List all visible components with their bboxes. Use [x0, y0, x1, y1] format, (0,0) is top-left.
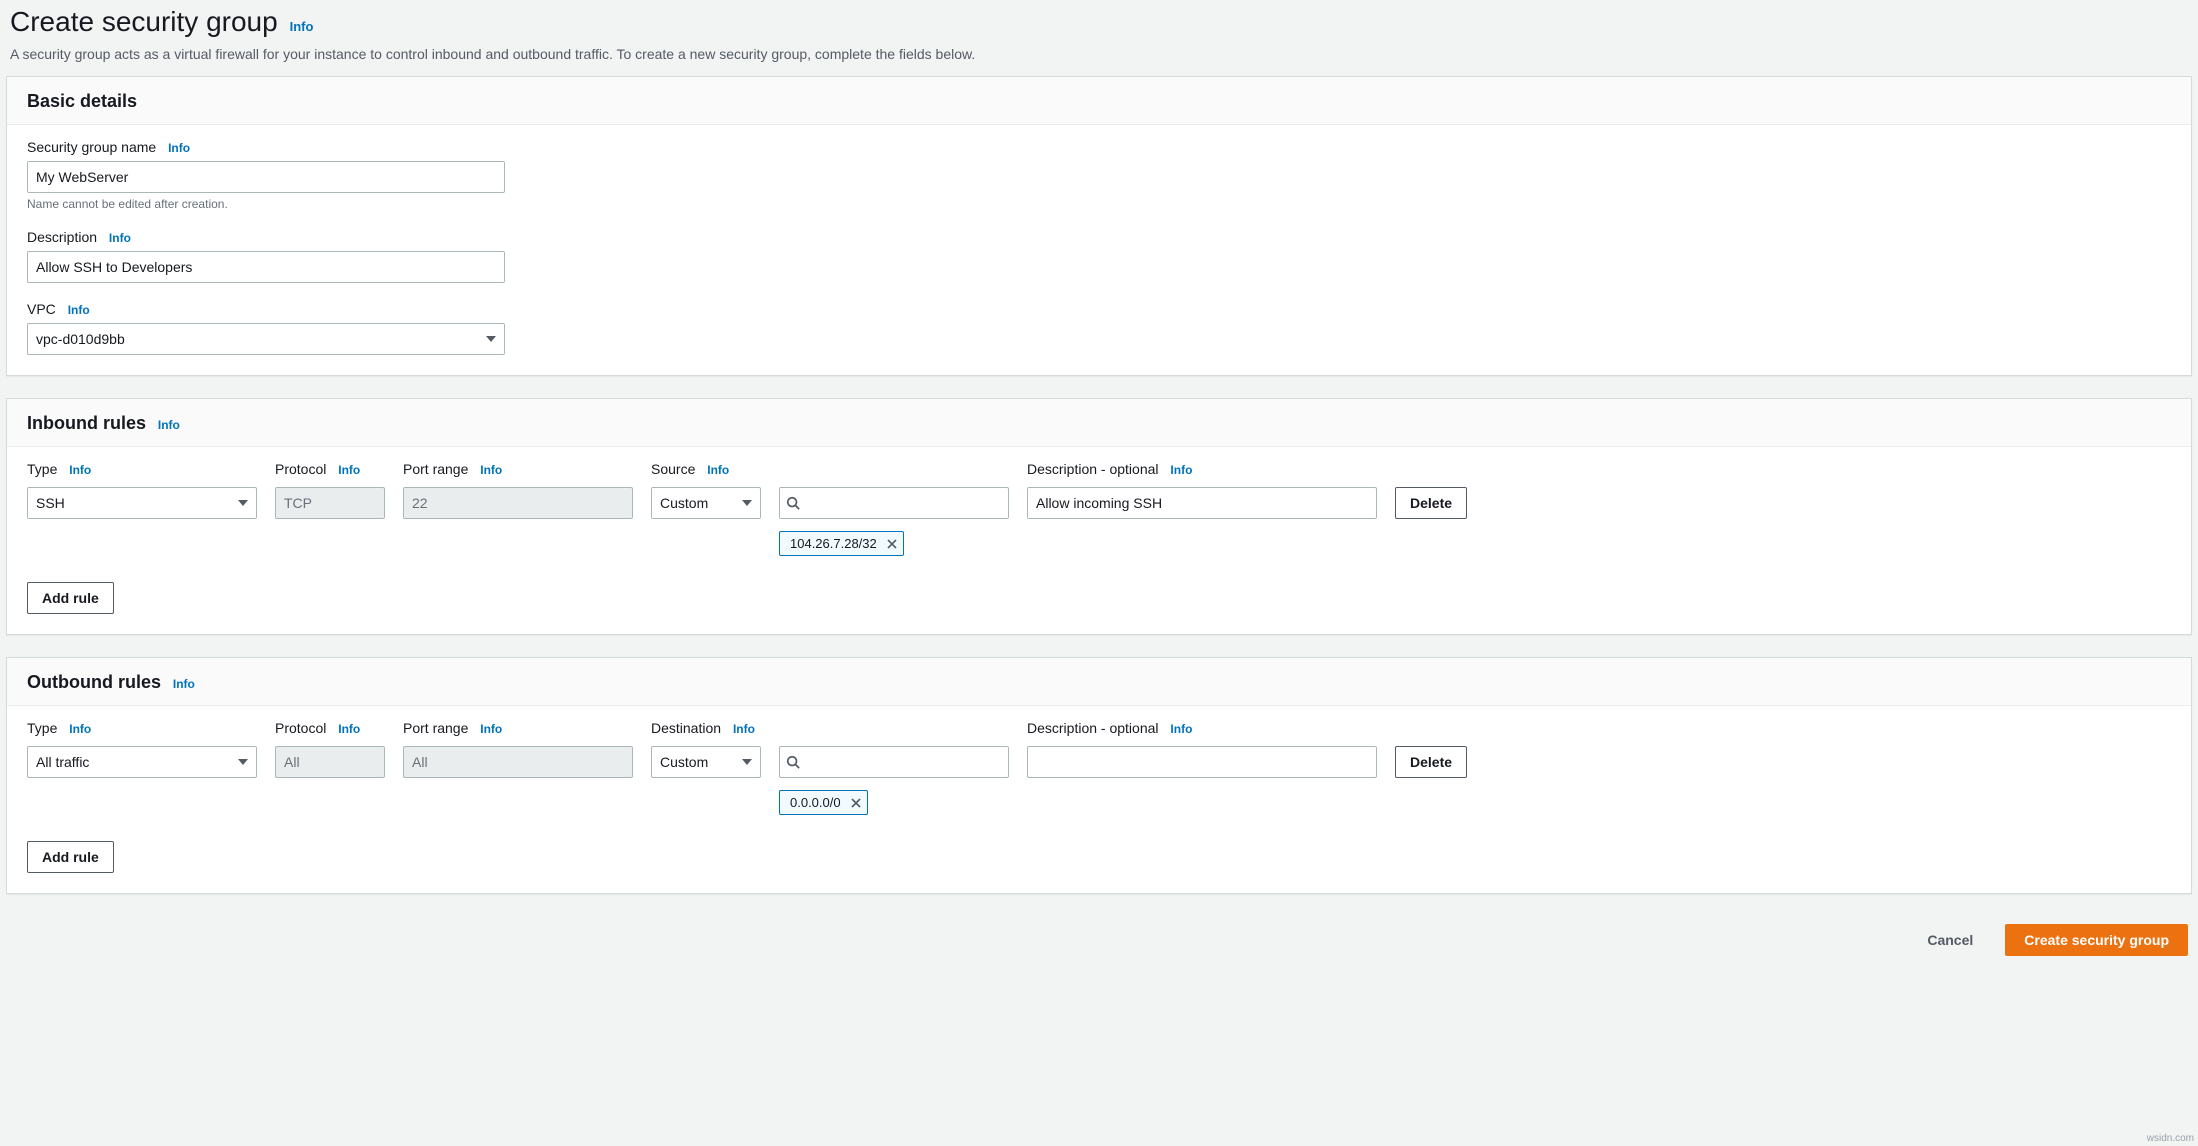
inbound-source-chip: 104.26.7.28/32	[779, 531, 904, 556]
outbound-dest-mode-value: Custom	[660, 754, 708, 770]
outbound-dest-chip-remove[interactable]	[851, 798, 861, 808]
sg-name-hint: Name cannot be edited after creation.	[27, 197, 2171, 211]
inbound-port-value: 22	[403, 487, 633, 519]
inbound-panel-title: Inbound rules	[27, 413, 146, 434]
page-title: Create security group	[10, 6, 278, 38]
outbound-desc-input[interactable]	[1027, 746, 1377, 778]
outbound-dest-chip-text: 0.0.0.0/0	[790, 795, 841, 810]
inbound-port-info-link[interactable]: Info	[480, 463, 502, 477]
close-icon	[887, 539, 897, 549]
inbound-source-search-input[interactable]	[806, 489, 1002, 517]
sg-desc-input[interactable]	[27, 251, 505, 283]
sg-name-info-link[interactable]: Info	[168, 141, 190, 155]
inbound-source-header: Source	[651, 461, 695, 477]
inbound-protocol-info-link[interactable]: Info	[338, 463, 360, 477]
vpc-label: VPC Info	[27, 301, 2171, 317]
outbound-protocol-info-link[interactable]: Info	[338, 722, 360, 736]
outbound-desc-header: Description - optional	[1027, 720, 1159, 736]
inbound-source-mode-select[interactable]: Custom	[651, 487, 761, 519]
inbound-source-info-link[interactable]: Info	[707, 463, 729, 477]
chevron-down-icon	[238, 500, 248, 506]
outbound-info-link[interactable]: Info	[173, 677, 195, 691]
inbound-type-value: SSH	[36, 495, 65, 511]
search-icon	[786, 755, 800, 769]
inbound-add-rule-button[interactable]: Add rule	[27, 582, 114, 614]
sg-desc-label-text: Description	[27, 229, 97, 245]
sg-name-label: Security group name Info	[27, 139, 2171, 155]
vpc-info-link[interactable]: Info	[68, 303, 90, 317]
outbound-delete-button[interactable]: Delete	[1395, 746, 1467, 778]
outbound-protocol-value: All	[275, 746, 385, 778]
inbound-source-mode-value: Custom	[660, 495, 708, 511]
inbound-source-chip-text: 104.26.7.28/32	[790, 536, 877, 551]
outbound-type-info-link[interactable]: Info	[69, 722, 91, 736]
inbound-port-header: Port range	[403, 461, 468, 477]
sg-name-input[interactable]	[27, 161, 505, 193]
outbound-port-info-link[interactable]: Info	[480, 722, 502, 736]
sg-name-label-text: Security group name	[27, 139, 156, 155]
sg-desc-info-link[interactable]: Info	[109, 231, 131, 245]
search-icon	[786, 496, 800, 510]
inbound-desc-input[interactable]	[1027, 487, 1377, 519]
outbound-dest-search-input[interactable]	[806, 748, 1002, 776]
page-info-link[interactable]: Info	[290, 19, 314, 34]
inbound-type-header: Type	[27, 461, 57, 477]
inbound-info-link[interactable]: Info	[158, 418, 180, 432]
chevron-down-icon	[742, 759, 752, 765]
outbound-dest-mode-select[interactable]: Custom	[651, 746, 761, 778]
outbound-add-rule-button[interactable]: Add rule	[27, 841, 114, 873]
inbound-type-select[interactable]: SSH	[27, 487, 257, 519]
close-icon	[851, 798, 861, 808]
inbound-source-search[interactable]	[779, 487, 1009, 519]
vpc-label-text: VPC	[27, 301, 56, 317]
cancel-button[interactable]: Cancel	[1909, 924, 1991, 956]
outbound-protocol-header: Protocol	[275, 720, 326, 736]
chevron-down-icon	[238, 759, 248, 765]
outbound-rules-panel: Outbound rules Info Type Info All traffi…	[6, 657, 2192, 894]
outbound-desc-info-link[interactable]: Info	[1170, 722, 1192, 736]
basic-details-title: Basic details	[27, 91, 137, 112]
chevron-down-icon	[486, 336, 496, 342]
outbound-dest-header: Destination	[651, 720, 721, 736]
page-subtitle: A security group acts as a virtual firew…	[10, 46, 2188, 62]
vpc-select[interactable]: vpc-d010d9bb	[27, 323, 505, 355]
outbound-port-header: Port range	[403, 720, 468, 736]
outbound-type-value: All traffic	[36, 754, 89, 770]
inbound-source-chip-remove[interactable]	[887, 539, 897, 549]
inbound-rule-row: Type Info SSH Protocol Info TCP Por	[27, 461, 2171, 556]
sg-desc-label: Description Info	[27, 229, 2171, 245]
outbound-port-value: All	[403, 746, 633, 778]
outbound-type-select[interactable]: All traffic	[27, 746, 257, 778]
inbound-desc-info-link[interactable]: Info	[1170, 463, 1192, 477]
outbound-dest-chip: 0.0.0.0/0	[779, 790, 868, 815]
outbound-type-header: Type	[27, 720, 57, 736]
outbound-rule-row: Type Info All traffic Protocol Info All	[27, 720, 2171, 815]
inbound-type-info-link[interactable]: Info	[69, 463, 91, 477]
outbound-dest-search[interactable]	[779, 746, 1009, 778]
inbound-protocol-value: TCP	[275, 487, 385, 519]
chevron-down-icon	[742, 500, 752, 506]
vpc-selected-value: vpc-d010d9bb	[36, 331, 125, 347]
outbound-panel-title: Outbound rules	[27, 672, 161, 693]
outbound-dest-info-link[interactable]: Info	[733, 722, 755, 736]
watermark: wsidn.com	[2147, 1133, 2194, 1144]
basic-details-panel: Basic details Security group name Info N…	[6, 76, 2192, 376]
inbound-delete-button[interactable]: Delete	[1395, 487, 1467, 519]
inbound-rules-panel: Inbound rules Info Type Info SSH Protoco…	[6, 398, 2192, 635]
inbound-protocol-header: Protocol	[275, 461, 326, 477]
create-security-group-button[interactable]: Create security group	[2005, 924, 2188, 956]
inbound-desc-header: Description - optional	[1027, 461, 1159, 477]
